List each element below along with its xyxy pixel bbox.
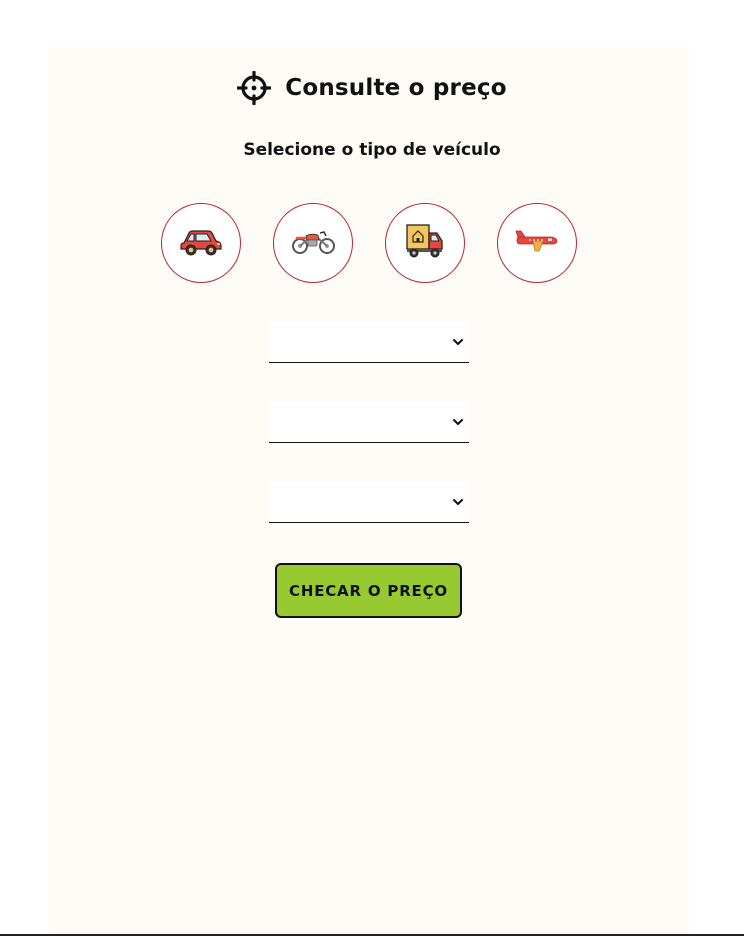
select-field-2[interactable] [269, 402, 469, 443]
truck-icon [405, 222, 445, 264]
vehicle-type-heading: Selecione o tipo de veículo [243, 140, 501, 160]
title-row: Consulte o preço [0, 69, 744, 107]
motorcycle-icon [291, 227, 335, 259]
chevron-down-icon [451, 494, 465, 508]
check-price-button[interactable]: CHECAR O PREÇO [275, 563, 462, 618]
vehicle-option-airplane[interactable] [497, 203, 577, 283]
page-title: Consulte o preço [285, 75, 507, 101]
vehicle-option-motorcycle[interactable] [273, 203, 353, 283]
chevron-down-icon [451, 414, 465, 428]
crosshair-icon [237, 71, 272, 105]
select-field-3[interactable] [269, 482, 469, 523]
page: Consulte o preço Selecione o tipo de veí… [0, 0, 744, 936]
car-icon [179, 226, 223, 260]
airplane-icon [515, 230, 559, 256]
vehicle-option-truck[interactable] [385, 203, 465, 283]
vehicle-type-options [161, 203, 577, 283]
vehicle-option-car[interactable] [161, 203, 241, 283]
chevron-down-icon [451, 334, 465, 348]
select-field-1[interactable] [269, 322, 469, 363]
